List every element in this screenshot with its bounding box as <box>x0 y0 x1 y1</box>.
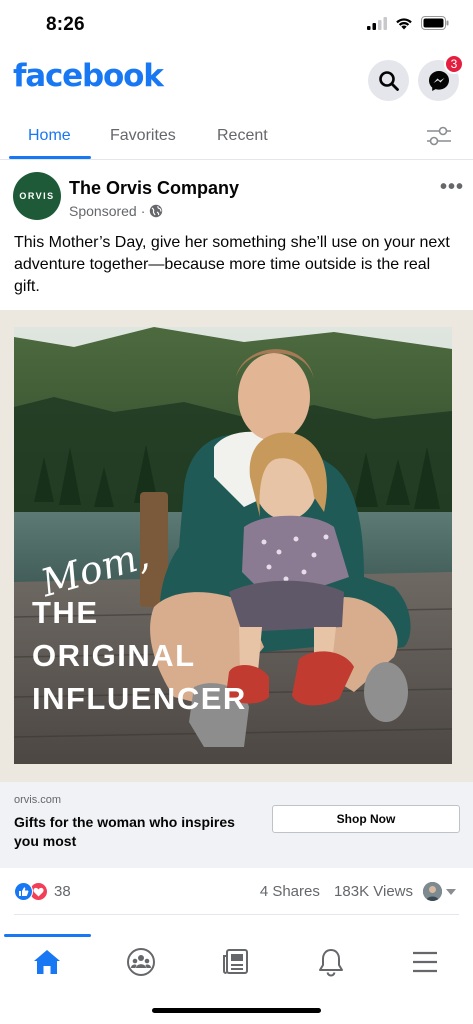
nav-notifications[interactable] <box>284 940 378 984</box>
messenger-icon <box>428 70 449 91</box>
shop-now-button[interactable]: Shop Now <box>272 805 460 833</box>
feed-tabs: Home Favorites Recent <box>0 116 473 160</box>
ad-headline: Gifts for the woman who inspires you mos… <box>14 814 235 849</box>
groups-icon <box>127 948 155 976</box>
post-stats: 4 Shares 183K Views <box>250 883 413 900</box>
like-reaction-icon <box>14 882 33 901</box>
nav-menu[interactable] <box>378 940 472 984</box>
nav-active-indicator <box>4 934 91 937</box>
search-icon <box>378 70 399 91</box>
filter-icon[interactable] <box>426 125 452 147</box>
status-icons <box>367 16 449 30</box>
bell-icon <box>319 949 343 977</box>
ad-cta-area[interactable]: orvis.com Gifts for the woman who inspir… <box>0 782 473 868</box>
bottom-nav <box>0 932 473 988</box>
page-name[interactable]: The Orvis Company <box>69 178 239 199</box>
views-count: 183K Views <box>334 883 413 900</box>
separator-dot: · <box>140 203 146 219</box>
viewer-avatar[interactable] <box>423 882 442 901</box>
divider <box>14 914 459 915</box>
ad-image-area[interactable]: Mom, THE ORIGINAL INFLUENCER <box>0 310 473 782</box>
overlay-line: THE <box>32 595 99 630</box>
search-button[interactable] <box>368 60 409 101</box>
overlay-headline: THE ORIGINAL INFLUENCER <box>32 591 247 720</box>
tab-recent[interactable]: Recent <box>217 127 268 145</box>
battery-icon <box>421 16 449 30</box>
chevron-down-icon[interactable] <box>446 889 456 895</box>
app-header: facebook 3 <box>0 54 473 106</box>
post-text: This Mother’s Day, give her something sh… <box>14 234 450 295</box>
ad-photo[interactable]: Mom, THE ORIGINAL INFLUENCER <box>14 327 452 764</box>
menu-icon <box>413 951 437 973</box>
status-bar: 8:26 <box>0 0 473 50</box>
engagement-bar: 38 4 Shares 183K Views <box>0 878 473 908</box>
tab-favorites[interactable]: Favorites <box>110 127 176 145</box>
reactions-summary[interactable]: 38 <box>14 882 71 901</box>
nav-news[interactable] <box>189 940 283 984</box>
signal-icon <box>367 16 387 30</box>
messenger-button[interactable]: 3 <box>418 54 464 101</box>
nav-home[interactable] <box>0 940 94 984</box>
overlay-line: INFLUENCER <box>32 681 247 716</box>
sponsored-label: Sponsored · <box>69 203 163 219</box>
home-icon <box>34 950 60 974</box>
more-options-icon[interactable]: ••• <box>440 176 464 199</box>
home-indicator <box>152 1008 321 1013</box>
reaction-count: 38 <box>54 883 71 900</box>
tab-home[interactable]: Home <box>28 127 71 145</box>
status-time: 8:26 <box>46 14 85 35</box>
shares-count[interactable]: 4 Shares <box>260 883 320 900</box>
overlay-line: ORIGINAL <box>32 638 196 673</box>
nav-groups[interactable] <box>94 940 188 984</box>
globe-icon <box>150 204 163 218</box>
post-header: ORVIS The Orvis Company Sponsored · ••• <box>0 170 473 226</box>
news-icon <box>223 949 248 974</box>
facebook-logo[interactable]: facebook <box>13 58 164 94</box>
page-avatar[interactable]: ORVIS <box>13 172 61 220</box>
sponsored-text[interactable]: Sponsored <box>69 203 137 219</box>
tab-active-indicator <box>9 156 91 159</box>
notification-badge: 3 <box>444 54 464 74</box>
wifi-icon <box>396 17 412 29</box>
ad-domain: orvis.com <box>14 794 62 806</box>
